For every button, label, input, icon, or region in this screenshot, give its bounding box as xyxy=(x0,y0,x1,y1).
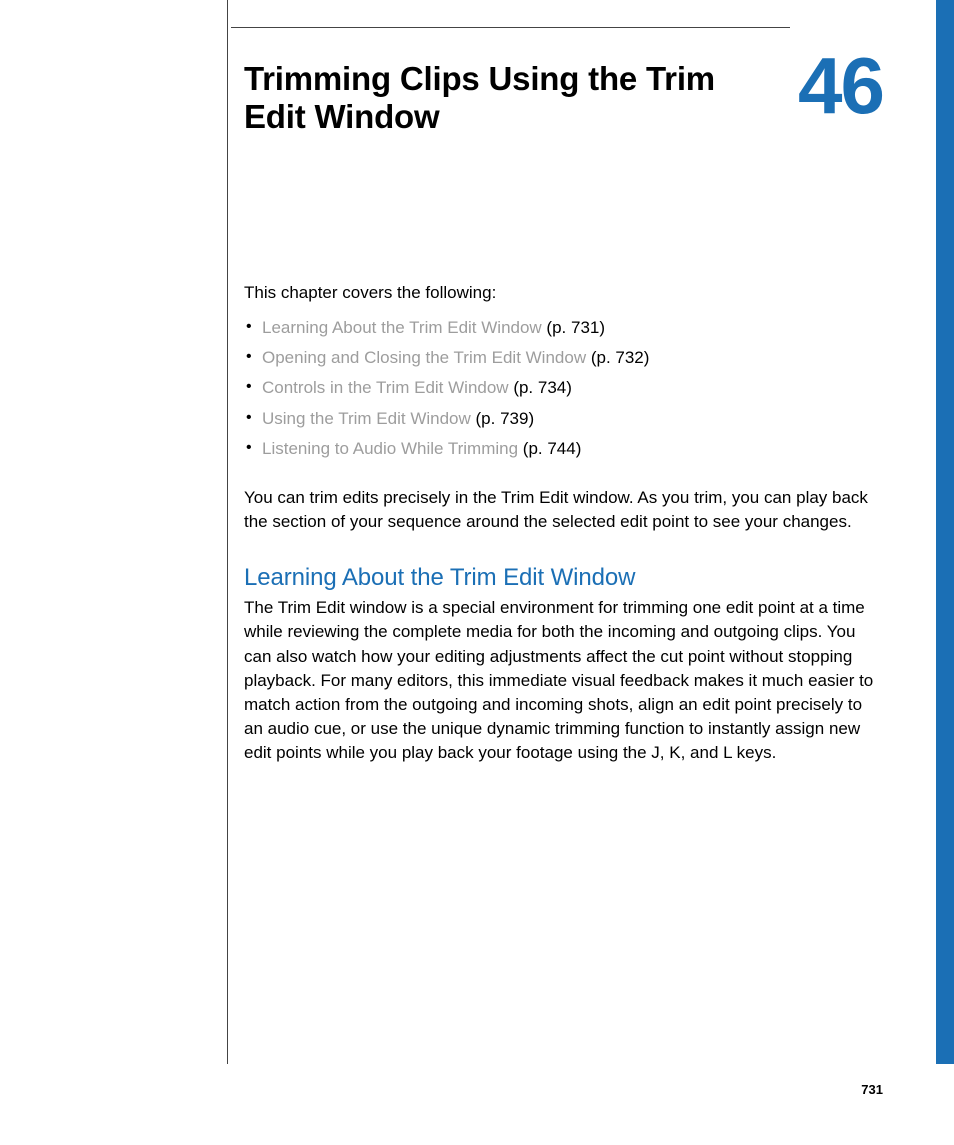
section-heading: Learning About the Trim Edit Window xyxy=(244,564,880,592)
toc-link[interactable]: Learning About the Trim Edit Window xyxy=(262,318,542,337)
toc-link[interactable]: Listening to Audio While Trimming xyxy=(262,439,518,458)
toc-page-ref: (p. 732) xyxy=(586,348,649,367)
page-number: 731 xyxy=(861,1082,883,1097)
vertical-rule xyxy=(227,0,228,1064)
section-body: The Trim Edit window is a special enviro… xyxy=(244,596,880,765)
page: 46 Trimming Clips Using the Trim Edit Wi… xyxy=(0,0,954,1145)
lead-paragraph: You can trim edits precisely in the Trim… xyxy=(244,486,880,534)
toc-list: Learning About the Trim Edit Window (p. … xyxy=(244,313,880,464)
chapter-number: 46 xyxy=(798,46,883,126)
toc-page-ref: (p. 734) xyxy=(509,378,572,397)
toc-page-ref: (p. 744) xyxy=(518,439,581,458)
toc-link[interactable]: Opening and Closing the Trim Edit Window xyxy=(262,348,586,367)
chapter-title: Trimming Clips Using the Trim Edit Windo… xyxy=(244,60,784,135)
toc-item: Controls in the Trim Edit Window (p. 734… xyxy=(244,373,880,403)
toc-item: Opening and Closing the Trim Edit Window… xyxy=(244,343,880,373)
intro-line: This chapter covers the following: xyxy=(244,281,880,305)
top-rule xyxy=(231,27,790,28)
content-area: This chapter covers the following: Learn… xyxy=(244,281,880,765)
toc-item: Using the Trim Edit Window (p. 739) xyxy=(244,404,880,434)
toc-link[interactable]: Using the Trim Edit Window xyxy=(262,409,471,428)
toc-link[interactable]: Controls in the Trim Edit Window xyxy=(262,378,509,397)
toc-item: Learning About the Trim Edit Window (p. … xyxy=(244,313,880,343)
toc-page-ref: (p. 739) xyxy=(471,409,534,428)
toc-item: Listening to Audio While Trimming (p. 74… xyxy=(244,434,880,464)
side-blue-bar xyxy=(936,0,954,1064)
toc-page-ref: (p. 731) xyxy=(542,318,605,337)
